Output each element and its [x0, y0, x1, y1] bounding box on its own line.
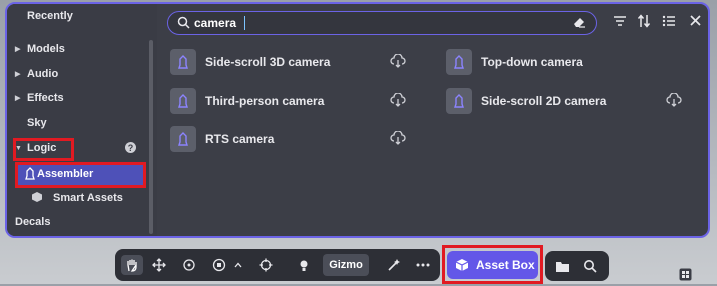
- sidebar-item-models[interactable]: ▶ Models: [15, 39, 65, 59]
- expand-arrow-icon: ▶: [15, 95, 21, 102]
- hand-tool-button[interactable]: [121, 255, 143, 275]
- filter-icon[interactable]: [613, 14, 627, 33]
- cloud-download-icon[interactable]: [390, 92, 406, 110]
- pivot-tool-button[interactable]: [255, 255, 277, 275]
- rotate-icon: [183, 259, 195, 271]
- grid-icon[interactable]: [679, 268, 692, 286]
- search-value: camera: [194, 16, 237, 30]
- sidebar-item-decals[interactable]: Decals: [15, 212, 50, 232]
- sidebar-item-label: Audio: [27, 68, 59, 80]
- result-item-side-scroll-2d-camera[interactable]: Side-scroll 2D camera: [446, 86, 696, 116]
- more-options-button[interactable]: [412, 255, 434, 275]
- assembler-icon: [446, 49, 472, 75]
- sidebar-item-sky[interactable]: Sky: [15, 113, 47, 133]
- result-item-third-person-camera[interactable]: Third-person camera: [170, 86, 410, 116]
- result-label: Side-scroll 3D camera: [205, 55, 331, 69]
- search-icon: [177, 16, 190, 34]
- cloud-download-icon[interactable]: [666, 92, 682, 110]
- cloud-download-icon[interactable]: [390, 53, 406, 71]
- result-label: Top-down camera: [481, 55, 583, 69]
- sidebar-item-label: Recently: [27, 10, 73, 22]
- more-dots-icon: [416, 263, 430, 267]
- sidebar-item-label: Models: [27, 43, 65, 55]
- sidebar-item-label: Sky: [27, 117, 47, 129]
- search-input[interactable]: camera: [167, 11, 597, 35]
- folder-icon: [555, 261, 569, 272]
- close-icon[interactable]: [689, 14, 702, 32]
- sort-icon[interactable]: [637, 14, 651, 33]
- asset-box-label: Asset Box: [476, 258, 535, 272]
- magic-wand-button[interactable]: [383, 255, 405, 275]
- gizmo-button[interactable]: Gizmo: [323, 254, 369, 276]
- lightbulb-icon: [300, 260, 308, 271]
- move-icon: [152, 258, 166, 272]
- sidebar-item-label: Effects: [27, 92, 64, 104]
- clear-search-icon[interactable]: [572, 15, 586, 34]
- crosshair-icon: [259, 258, 273, 272]
- rotate-tool-button[interactable]: [178, 255, 200, 275]
- expand-arrow-icon: ▶: [15, 46, 21, 53]
- scale-icon: [212, 258, 226, 272]
- scale-tool-button[interactable]: [208, 255, 230, 275]
- result-item-rts-camera[interactable]: RTS camera: [170, 124, 410, 154]
- assembler-icon: [170, 88, 196, 114]
- search-button[interactable]: [579, 256, 601, 276]
- sidebar-item-audio[interactable]: ▶ Audio: [15, 64, 58, 84]
- smart-assets-icon: [15, 191, 53, 206]
- result-label: RTS camera: [205, 132, 275, 146]
- chevron-up-icon: [234, 262, 242, 268]
- search-icon: [584, 260, 597, 273]
- asset-library-panel: Recently ▶ Models ▶ Audio ▶ Effects Sky …: [5, 2, 710, 238]
- text-caret: [244, 16, 245, 30]
- highlight-box-assembler: [15, 162, 146, 188]
- hand-icon: [127, 259, 137, 272]
- result-item-side-scroll-3d-camera[interactable]: Side-scroll 3D camera: [170, 47, 410, 77]
- cloud-download-icon[interactable]: [390, 130, 406, 148]
- list-view-icon[interactable]: [662, 14, 676, 33]
- sidebar-item-recently[interactable]: Recently: [15, 6, 73, 26]
- move-tool-button[interactable]: [148, 255, 170, 275]
- result-label: Third-person camera: [205, 94, 325, 108]
- assembler-icon: [170, 126, 196, 152]
- help-icon[interactable]: ?: [125, 142, 136, 153]
- sidebar-item-label: Smart Assets: [53, 192, 123, 204]
- asset-box-button[interactable]: Asset Box: [447, 251, 538, 279]
- result-label: Side-scroll 2D camera: [481, 94, 607, 108]
- expand-arrow-icon: ▶: [15, 71, 21, 78]
- category-sidebar: Recently ▶ Models ▶ Audio ▶ Effects Sky …: [7, 4, 157, 236]
- sidebar-item-effects[interactable]: ▶ Effects: [15, 88, 64, 108]
- light-toggle-button[interactable]: [293, 255, 315, 275]
- highlight-box-logic: [13, 138, 74, 161]
- assembler-icon: [446, 88, 472, 114]
- sidebar-item-smart-assets[interactable]: Smart Assets: [15, 188, 123, 208]
- open-folder-button[interactable]: [551, 256, 573, 276]
- sidebar-item-label: Decals: [15, 216, 51, 228]
- tool-options-button[interactable]: [231, 255, 245, 275]
- result-item-top-down-camera[interactable]: Top-down camera: [446, 47, 686, 77]
- secondary-toolbar: [545, 251, 609, 281]
- wand-icon: [388, 259, 400, 271]
- assembler-icon: [170, 49, 196, 75]
- editor-toolbar: Gizmo: [115, 249, 440, 281]
- sidebar-scrollbar[interactable]: [149, 40, 153, 234]
- cube-icon: [455, 258, 469, 272]
